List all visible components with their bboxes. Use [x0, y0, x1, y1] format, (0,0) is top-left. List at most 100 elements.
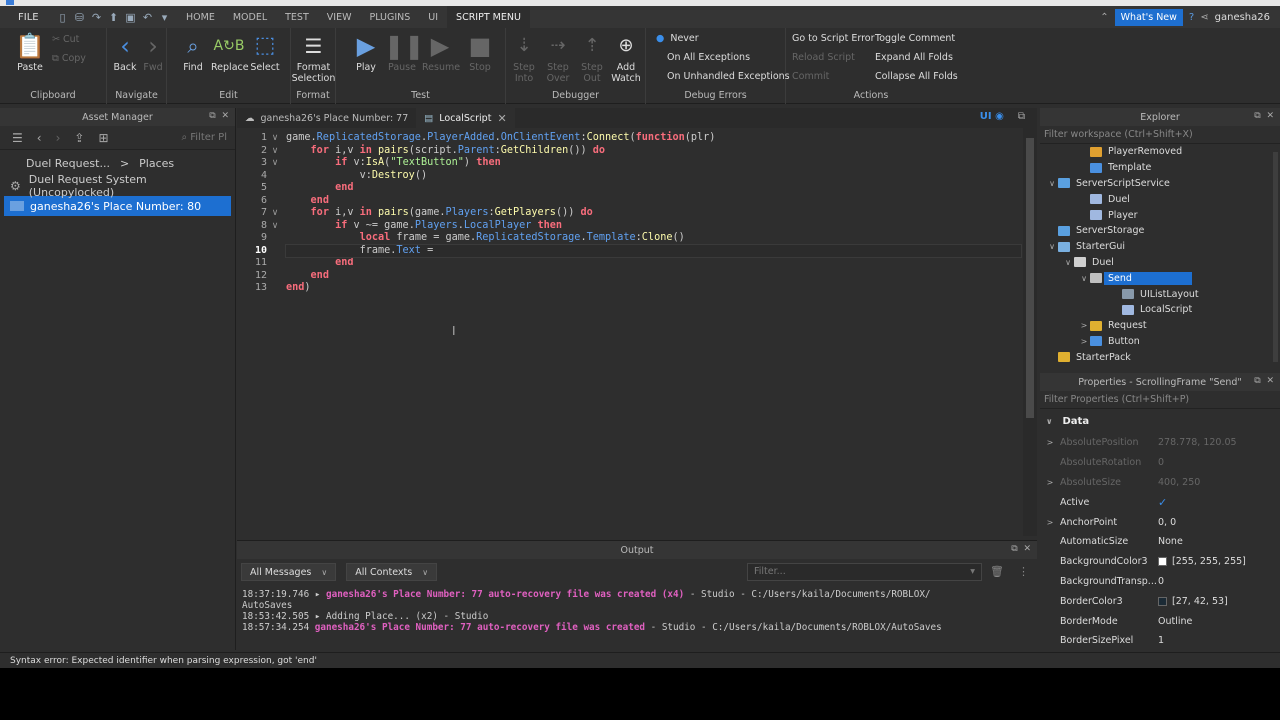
menu-icon[interactable]: ☰	[12, 131, 23, 145]
on-unhandled-exceptions-option[interactable]: On Unhandled Exceptions	[667, 71, 790, 82]
close-icon[interactable]: ✕	[1266, 376, 1274, 386]
pause-button[interactable]: ❚❚ Pause	[384, 32, 424, 73]
property-value[interactable]: 0, 0	[1158, 517, 1176, 528]
expand-chevron-icon[interactable]: >	[1078, 321, 1090, 330]
ribbon-tab-script-menu[interactable]: SCRIPT MENU	[447, 6, 530, 28]
step-out-button[interactable]: ⇡ Step Out	[574, 32, 610, 84]
tab-place[interactable]: ☁ ganesha26's Place Number: 77	[237, 108, 416, 128]
breadcrumb-current[interactable]: Places	[139, 157, 174, 170]
property-row-absoluterotation[interactable]: AbsoluteRotation 0	[1040, 453, 1280, 473]
code-line[interactable]: if v ~= game.Players.LocalPlayer then	[286, 220, 1021, 233]
code-line[interactable]: end)	[286, 282, 1021, 295]
dock-icon[interactable]: ⧉	[1254, 376, 1260, 386]
code-line[interactable]: for i,v in pairs(script.Parent:GetChildr…	[286, 145, 1021, 158]
output-filter-input[interactable]: Filter... ▾	[747, 563, 982, 581]
save-icon[interactable]: ▣	[124, 11, 137, 24]
explorer-node-starterpack[interactable]: StarterPack	[1040, 349, 1280, 365]
step-into-button[interactable]: ⇣ Step Into	[506, 32, 542, 84]
explorer-node-duel[interactable]: ∨ Duel	[1040, 255, 1280, 271]
code-line[interactable]: local frame = game.ReplicatedStorage.Tem…	[286, 232, 1021, 245]
explorer-node-startergui[interactable]: ∨ StarterGui	[1040, 239, 1280, 255]
fold-chevron-icon[interactable]: ∨	[269, 132, 281, 145]
property-row-bordercolor3[interactable]: BorderColor3 [27, 42, 53]	[1040, 591, 1280, 611]
expand-arrow-icon[interactable]: ▸	[315, 611, 321, 622]
property-value[interactable]: 1	[1158, 635, 1164, 646]
expand-chevron-icon[interactable]: ∨	[1046, 179, 1058, 188]
code-line[interactable]: end	[286, 257, 1021, 270]
ui-visibility-toggle[interactable]: UI ◉	[980, 111, 1004, 122]
code-line[interactable]: v:Destroy()	[286, 170, 1021, 183]
expand-chevron-icon[interactable]: >	[1040, 518, 1054, 527]
clear-output-icon[interactable]: 🗑	[990, 565, 1004, 578]
property-row-absoluteposition[interactable]: > AbsolutePosition 278.778, 120.05	[1040, 433, 1280, 453]
code-line[interactable]: end	[286, 195, 1021, 208]
properties-filter-input[interactable]: Filter Properties (Ctrl+Shift+P)	[1040, 391, 1280, 409]
close-tab-icon[interactable]: ✕	[497, 112, 506, 125]
expand-chevron-icon[interactable]: >	[1040, 478, 1054, 487]
property-value[interactable]: ✓	[1158, 496, 1167, 509]
filter-places-input[interactable]: ⌕ Filter Pl	[181, 132, 227, 143]
asset-item-game[interactable]: ⚙ Duel Request System (Uncopylocked)	[0, 173, 235, 199]
property-row-active[interactable]: Active ✓	[1040, 492, 1280, 512]
script-editor[interactable]: 1 2 3 4 5 6 7 8 9 10 11 12 13 ∨ ∨ ∨ ∨ ∨ game.ReplicatedS…	[237, 128, 1037, 536]
scrollbar-thumb[interactable]	[1026, 138, 1034, 418]
contexts-filter-dropdown[interactable]: All Contexts ∨	[346, 563, 438, 581]
copy-button[interactable]: ⧉ Copy	[52, 53, 86, 64]
property-row-absolutesize[interactable]: > AbsoluteSize 400, 250	[1040, 473, 1280, 493]
expand-chevron-icon[interactable]: ∨	[1078, 274, 1090, 283]
property-value[interactable]: [255, 255, 255]	[1158, 556, 1246, 567]
play-button[interactable]: ▶ Play	[348, 32, 384, 73]
explorer-filter-input[interactable]: Filter workspace (Ctrl+Shift+X)	[1040, 126, 1280, 144]
explorer-node-localscript[interactable]: LocalScript	[1040, 302, 1280, 318]
reload-script-button[interactable]: Reload Script	[792, 52, 855, 63]
whats-new-button[interactable]: What's New	[1114, 8, 1183, 26]
undo-icon[interactable]: ↶	[141, 11, 154, 24]
property-value[interactable]: 400, 250	[1158, 477, 1200, 488]
close-icon[interactable]: ✕	[1266, 111, 1274, 121]
stop-button[interactable]: ■ Stop	[462, 32, 498, 73]
ribbon-tab-plugins[interactable]: PLUGINS	[360, 6, 419, 28]
editor-scrollbar[interactable]	[1023, 128, 1037, 536]
code-line[interactable]: game.ReplicatedStorage.PlayerAdded.OnCli…	[286, 132, 1021, 145]
expand-chevron-icon[interactable]: ∨	[1046, 242, 1058, 251]
property-row-anchorpoint[interactable]: > AnchorPoint 0, 0	[1040, 512, 1280, 532]
dock-icon[interactable]: ⧉	[1254, 111, 1260, 121]
fwd-button[interactable]: › Fwd	[135, 32, 171, 73]
explorer-node-duel[interactable]: Duel	[1040, 191, 1280, 207]
import-icon[interactable]: ⇪	[74, 131, 84, 145]
dock-icon[interactable]: ⧉	[1011, 544, 1017, 554]
property-value[interactable]: Outline	[1158, 616, 1192, 627]
property-value[interactable]: [27, 42, 53]	[1158, 596, 1228, 607]
property-row-bordersizepixel[interactable]: BorderSizePixel 1	[1040, 631, 1280, 651]
close-icon[interactable]: ✕	[1023, 544, 1031, 554]
replace-button[interactable]: A↻B Replace	[211, 32, 249, 73]
back-icon[interactable]: ‹	[37, 131, 42, 145]
breadcrumb-root[interactable]: Duel Request...	[26, 157, 110, 170]
property-value[interactable]: 0	[1158, 457, 1164, 468]
username[interactable]: ganesha26	[1215, 12, 1270, 23]
select-button[interactable]: ⬚ Select	[247, 32, 283, 73]
code-line[interactable]: end	[286, 270, 1021, 283]
open-file-icon[interactable]: ⛁	[73, 11, 86, 24]
collapse-all-folds-button[interactable]: Collapse All Folds	[875, 71, 958, 82]
redo-icon[interactable]: ↷	[90, 11, 103, 24]
paste-button[interactable]: 📋 Paste	[12, 32, 48, 73]
toggle-comment-button[interactable]: Toggle Comment	[875, 33, 955, 44]
new-file-icon[interactable]: ▯	[56, 11, 69, 24]
property-row-bordermode[interactable]: BorderMode Outline	[1040, 611, 1280, 631]
explorer-node-template[interactable]: Template	[1040, 160, 1280, 176]
ribbon-tab-home[interactable]: HOME	[177, 6, 224, 28]
share-icon[interactable]: ⋖	[1200, 12, 1208, 23]
explorer-node-player[interactable]: Player	[1040, 207, 1280, 223]
go-to-script-error-button[interactable]: Go to Script Error	[792, 33, 874, 44]
property-row-backgroundcolor3[interactable]: BackgroundColor3 [255, 255, 255]	[1040, 552, 1280, 572]
property-row-automaticsize[interactable]: AutomaticSize None	[1040, 532, 1280, 552]
explorer-node-uilistlayout[interactable]: UIListLayout	[1040, 286, 1280, 302]
dock-icon[interactable]: ⧉	[209, 111, 215, 121]
split-view-icon[interactable]: ⧉	[1018, 111, 1025, 122]
forward-icon[interactable]: ›	[56, 131, 61, 145]
expand-chevron-icon[interactable]: ∨	[1062, 258, 1074, 267]
properties-section-data[interactable]: ∨ Data	[1040, 409, 1280, 433]
commit-button[interactable]: Commit	[792, 71, 829, 82]
property-value[interactable]: 278.778, 120.05	[1158, 437, 1237, 448]
